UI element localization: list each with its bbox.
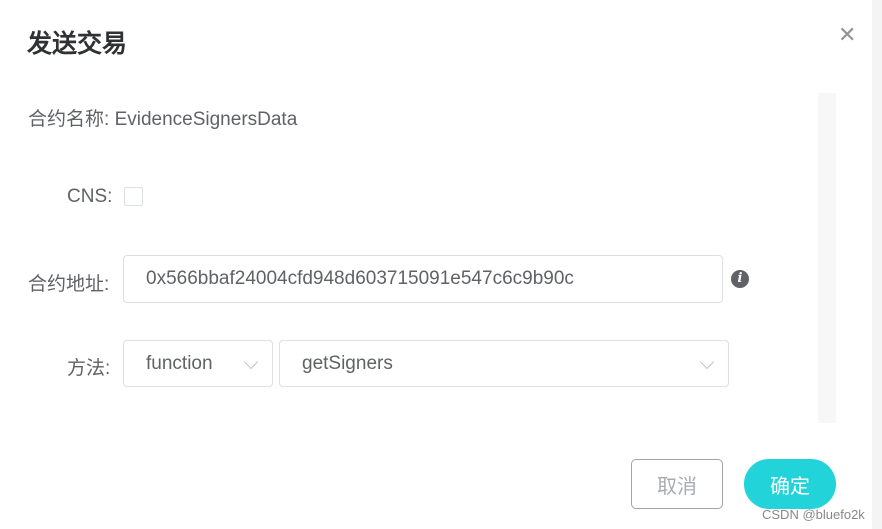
contract-name-row: 合约名称: EvidenceSignersData	[28, 104, 297, 131]
address-label: 合约地址:	[28, 274, 110, 295]
cns-label: CNS:	[67, 186, 113, 207]
method-type-select[interactable]: function	[123, 340, 273, 387]
info-icon[interactable]: i	[731, 270, 749, 288]
page-edge	[872, 0, 882, 529]
watermark: CSDN @bluefo2k	[762, 507, 865, 522]
chevron-down-icon	[243, 354, 259, 369]
scrollbar[interactable]	[818, 93, 836, 423]
contract-name-label: 合约名称:	[28, 109, 110, 130]
close-icon[interactable]: ✕	[838, 22, 856, 48]
method-name-value: getSigners	[302, 352, 393, 374]
cancel-button[interactable]: 取消	[631, 459, 723, 509]
address-input[interactable]: 0x566bbaf24004cfd948d603715091e547c6c9b9…	[123, 255, 723, 303]
contract-name-value: EvidenceSignersData	[114, 109, 298, 130]
address-value: 0x566bbaf24004cfd948d603715091e547c6c9b9…	[146, 268, 574, 289]
confirm-button[interactable]: 确定	[744, 459, 836, 509]
method-type-value: function	[146, 352, 213, 374]
cns-checkbox[interactable]	[124, 187, 143, 206]
chevron-down-icon	[699, 354, 715, 369]
dialog-title: 发送交易	[27, 30, 128, 58]
method-name-select[interactable]: getSigners	[279, 340, 729, 387]
method-label: 方法:	[67, 358, 111, 379]
